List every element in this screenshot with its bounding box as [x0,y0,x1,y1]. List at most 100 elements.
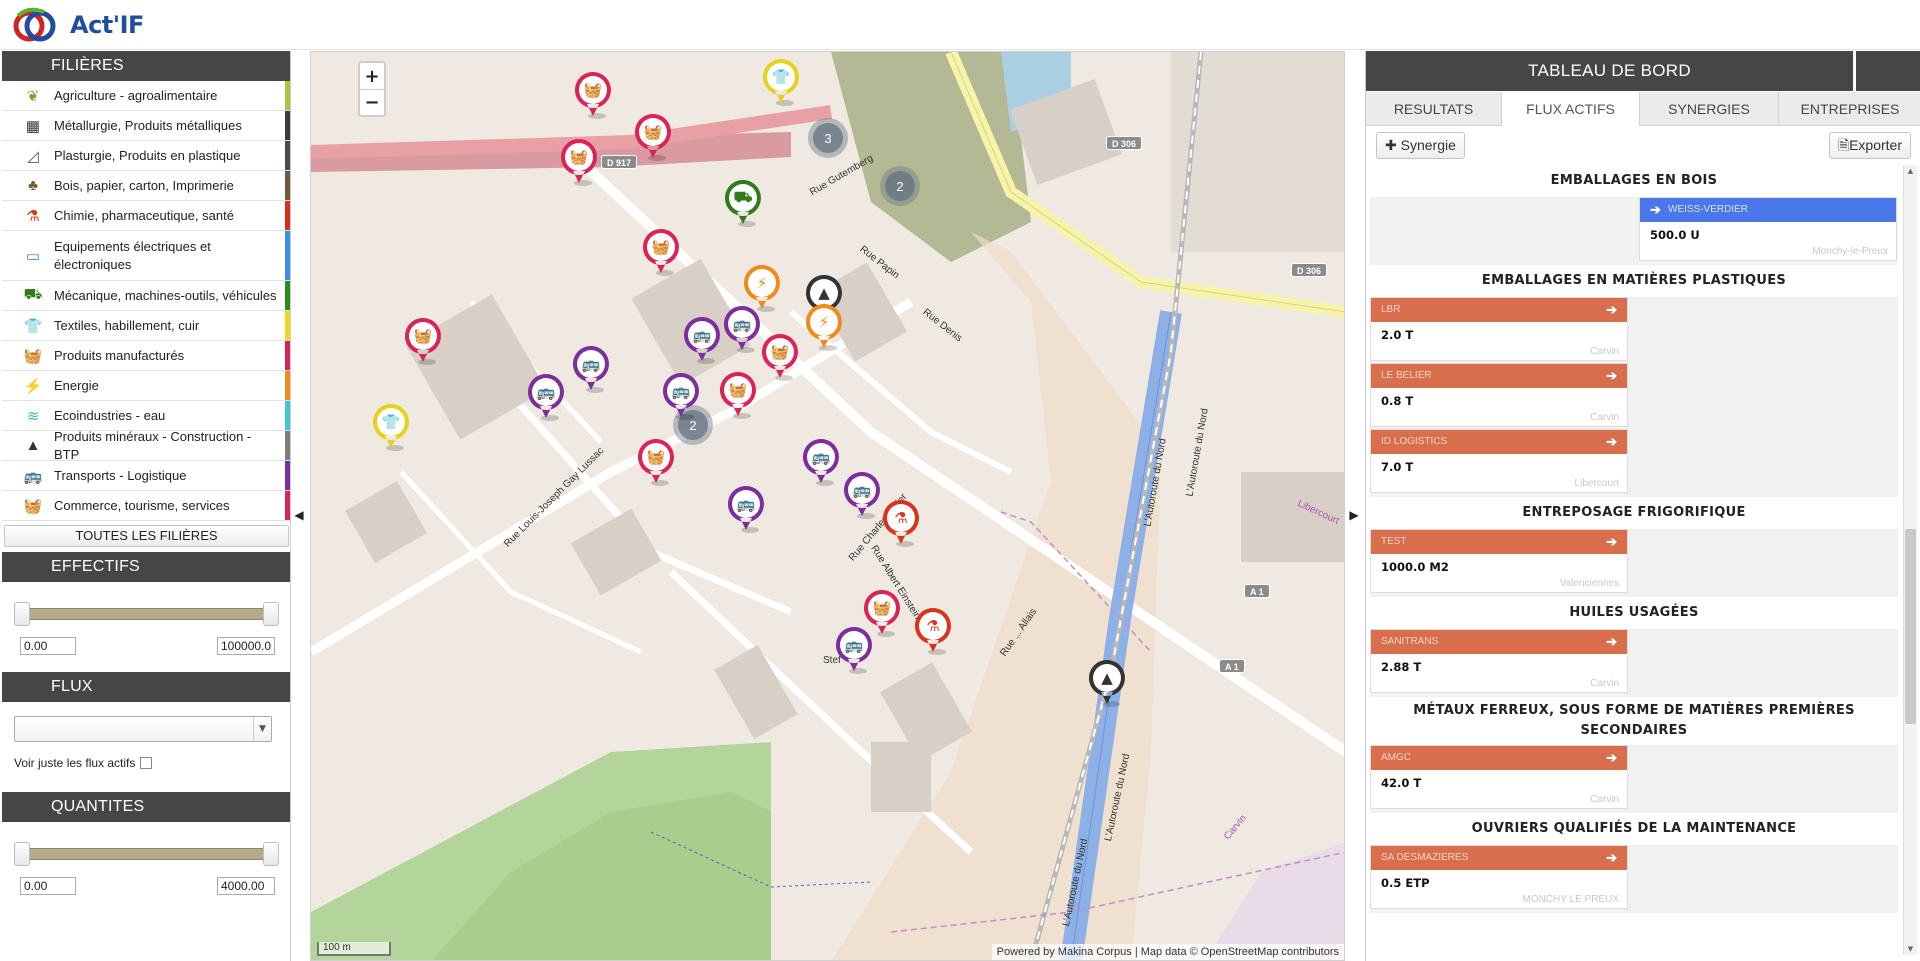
map-marker[interactable]: 🧺 [718,370,762,420]
map-marker[interactable]: ⚗ [881,498,925,548]
dashboard-title: TABLEAU DE BORD [1366,51,1853,91]
flux-card[interactable]: ➔ SA DESMAZIERES 0.5 ETP MONCHY LE PREUX [1370,845,1628,909]
map-marker[interactable]: 🧺 [633,112,677,162]
arrow-right-icon[interactable]: ➔ [1606,846,1617,870]
zoom-out-button[interactable]: − [360,89,384,115]
road-shield: A 1 [1219,659,1245,673]
arrow-right-icon[interactable]: ➔ [1606,298,1617,322]
filiere-item[interactable]: 🧺 Commerce, tourisme, services [2,491,290,521]
app-logo[interactable]: Act'IF [8,4,144,46]
filiere-item[interactable]: ▭ Equipements électriques et électronique… [2,231,290,281]
tab-synergies[interactable]: SYNERGIES [1640,92,1779,126]
arrow-right-icon[interactable]: ➔ [1606,364,1617,388]
map-marker[interactable]: 🧺 [403,316,447,366]
filiere-color-bar [285,141,290,170]
flux-quantity: 2.0 T [1381,328,1414,342]
map-marker[interactable]: 👕 [761,57,805,107]
filiere-item[interactable]: ⚗ Chimie, pharmaceutique, santé [2,201,290,231]
map-marker[interactable]: 👕 [371,402,415,452]
filiere-item[interactable]: ▲ Produits minéraux - Construction - BTP [2,429,290,462]
company-name: WEISS-VERDIER [1668,204,1749,215]
map-marker[interactable]: ⛟ [723,178,767,228]
active-flux-checkbox[interactable] [140,757,153,769]
all-filieres-button[interactable]: TOUTES LES FILIÈRES [4,525,289,547]
flux-card[interactable]: ➔ LE BELIER 0.8 T Carvin [1370,363,1628,427]
filiere-item[interactable]: ❦ Agriculture - agroalimentaire [2,81,290,111]
filiere-item[interactable]: 👕 Textiles, habillement, cuir [2,311,290,341]
map-marker[interactable]: 🚌 [834,625,878,675]
quantites-max-handle[interactable] [263,842,279,866]
map-marker[interactable]: 🚌 [726,484,770,534]
flux-card[interactable]: ➔ WEISS-VERDIER 500.0 U Monchy-le-Preux [1639,197,1897,261]
filiere-item[interactable]: ♣ Bois, papier, carton, Imprimerie [2,171,290,201]
basket-icon: 🧺 [728,381,748,399]
results-scrollbar[interactable]: ▲ ▼ [1903,165,1917,955]
arrow-right-icon[interactable]: ➔ [1606,430,1617,454]
quantites-max-input[interactable] [217,877,275,895]
flux-card[interactable]: ➔ ID LOGISTICS 7.0 T Libercourt [1370,429,1628,493]
map-marker[interactable]: 🚌 [801,437,845,487]
map-marker[interactable]: 🧺 [636,437,680,487]
effectifs-min-handle[interactable] [14,602,30,626]
scroll-up-icon[interactable]: ▲ [1904,165,1917,177]
arrow-right-icon[interactable]: ➔ [1606,630,1617,654]
flux-card[interactable]: ➔ SANITRANS 2.88 T Carvin [1370,629,1628,693]
filiere-item[interactable]: ≋ Ecoindustries - eau [2,401,290,431]
flask-icon: ⚗ [26,207,40,225]
map-marker[interactable]: 🚌 [842,470,886,520]
effectifs-slider-track[interactable] [22,608,272,620]
map-marker[interactable]: 🚌 [682,315,726,365]
add-synergie-button[interactable]: ✚ Synergie [1376,132,1465,159]
map-marker[interactable]: 🧺 [573,70,617,120]
company-city: Carvin [1590,412,1619,423]
flux-card[interactable]: ➔ LBR 2.0 T Carvin [1370,297,1628,361]
zoom-in-button[interactable]: + [360,63,384,89]
quantites-slider-track[interactable] [22,848,272,860]
map-marker[interactable]: 🚌 [526,372,570,422]
arrow-right-icon[interactable]: ➔ [1606,530,1617,554]
map-cluster[interactable]: 2 [880,166,920,206]
map-marker[interactable]: ⚡ [804,302,848,352]
flux-card-header: ➔ AMGC [1371,746,1627,770]
filiere-label: Mécanique, machines-outils, véhicules [54,287,277,303]
map-view[interactable]: + − Rue Gutemberg Rue Papin Rue Denis Ru… [310,51,1345,961]
arrow-right-icon[interactable]: ➔ [1650,198,1661,222]
map-marker[interactable]: 🧺 [559,137,603,187]
basket-icon: 🧺 [583,81,603,99]
filiere-item[interactable]: ▦ Métallurgie, Produits métalliques [2,111,290,141]
map-marker[interactable]: 🧺 [760,332,804,382]
active-flux-checkbox-row[interactable]: Voir juste les flux actifs [14,756,153,770]
filiere-item[interactable]: ◿ Plasturgie, Produits en plastique [2,141,290,171]
map-marker[interactable]: ⚗ [913,606,957,656]
map-marker[interactable]: ▲ [1087,658,1131,708]
tab-entreprises[interactable]: ENTREPRISES [1779,92,1920,126]
tab-resultats[interactable]: RESULTATS [1366,92,1502,126]
collapse-right-icon[interactable]: ▶ [1347,504,1361,526]
filiere-item[interactable]: 🚌 Transports - Logistique [2,461,290,491]
scroll-down-icon[interactable]: ▼ [1904,943,1917,955]
flux-select[interactable]: ▼ [14,716,272,742]
filiere-item[interactable]: ⚡ Energie [2,371,290,401]
arrow-right-icon[interactable]: ➔ [1606,746,1617,770]
flux-card[interactable]: ➔ AMGC 42.0 T Carvin [1370,745,1628,809]
bus-icon: 🚌 [23,467,43,485]
quantites-min-handle[interactable] [14,842,30,866]
tab-flux-actifs[interactable]: FLUX ACTIFS [1502,92,1640,126]
quantites-min-input[interactable] [20,877,76,895]
map-cluster[interactable]: 3 [808,118,848,158]
flux-card[interactable]: ➔ TEST 1000.0 M2 Valenciennes [1370,529,1628,593]
filiere-item[interactable]: 🧺 Produits manufacturés [2,341,290,371]
scrollbar-thumb[interactable] [1905,529,1916,724]
filiere-item[interactable]: ⛟ Mécanique, machines-outils, véhicules [2,281,290,311]
map-attribution[interactable]: Powered by Makina Corpus | Map data © Op… [991,944,1344,960]
collapse-left-icon[interactable]: ◀ [292,504,306,526]
map-marker[interactable]: 🧺 [641,227,685,277]
effectifs-min-input[interactable] [20,637,76,655]
lightning-icon: ⚡ [23,377,43,395]
export-button[interactable]: 🗎Exporter [1828,132,1911,159]
map-marker[interactable]: 🚌 [661,371,705,421]
filiere-color-bar [285,171,290,200]
effectifs-max-input[interactable] [217,637,275,655]
map-marker[interactable]: 🚌 [571,344,615,394]
effectifs-max-handle[interactable] [263,602,279,626]
